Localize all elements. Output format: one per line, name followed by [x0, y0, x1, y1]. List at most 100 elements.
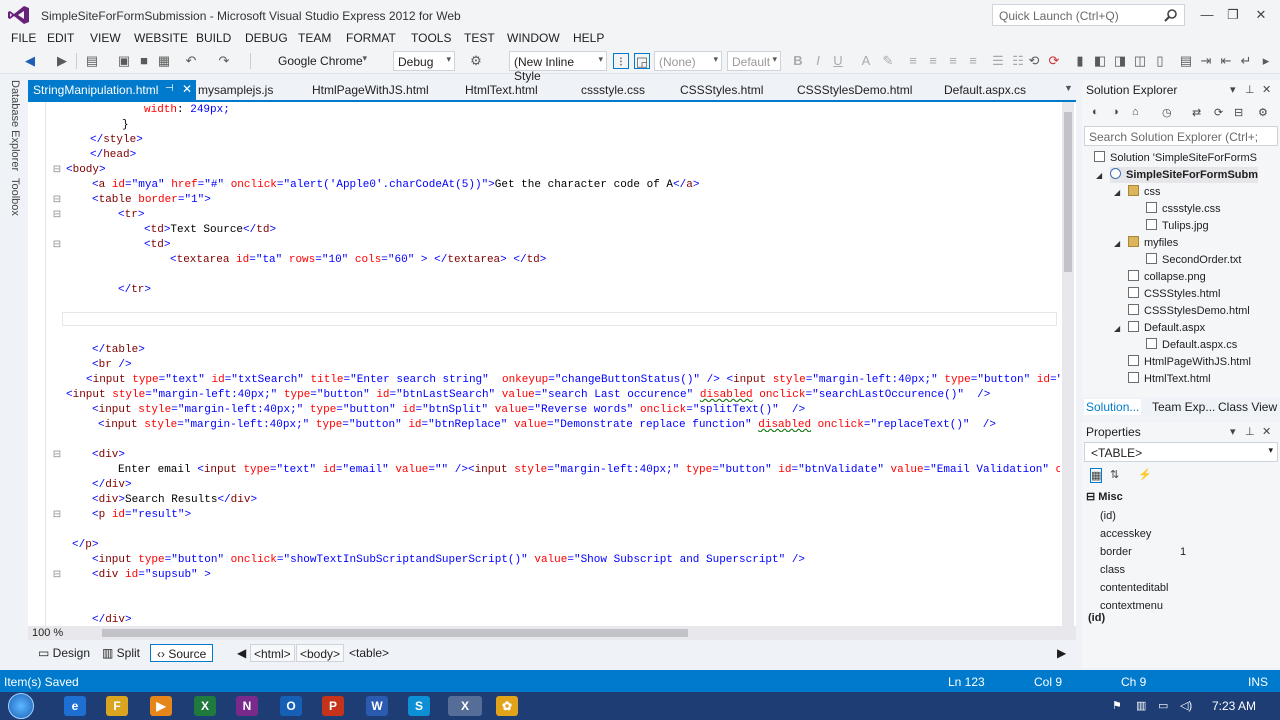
configuration-combo[interactable]: Debug ▾	[393, 51, 455, 71]
tab-list-dropdown-icon[interactable]: ▼	[1064, 83, 1073, 93]
close-icon[interactable]: ✕	[182, 82, 192, 96]
prev-bookmark-icon[interactable]: ◧	[1092, 53, 1108, 69]
source-view-button[interactable]: ‹› Source	[150, 644, 214, 662]
tree-item[interactable]: Tulips.jpg	[1146, 218, 1209, 234]
tab-default-aspx-cs[interactable]: Default.aspx.cs	[939, 80, 1031, 100]
tree-item[interactable]: myfiles	[1128, 235, 1178, 251]
fold-toggle-icon[interactable]: ⊟	[52, 165, 62, 175]
indent-icon[interactable]: ⇥	[1198, 53, 1214, 69]
redo-icon[interactable]: ↷	[216, 53, 232, 69]
tree-expand-icon[interactable]: ◢	[1114, 188, 1120, 197]
open-file-icon[interactable]: ▣	[116, 53, 132, 69]
font-color-icon[interactable]: A	[858, 53, 874, 69]
forward-icon[interactable]: ◑	[1112, 106, 1119, 118]
breadcrumb-next-icon[interactable]: ▶	[1054, 644, 1069, 662]
code-line[interactable]: <div>	[92, 448, 125, 462]
align-right-icon[interactable]: ≡	[945, 53, 961, 69]
close-window-button[interactable]: ✕	[1248, 5, 1274, 25]
taskbar-app-icon[interactable]: ▶	[150, 696, 172, 716]
undo-icon[interactable]: ↶	[183, 53, 199, 69]
save-all-icon[interactable]: ▦	[156, 53, 172, 69]
menu-window[interactable]: WINDOW	[507, 31, 560, 45]
taskbar-app-icon[interactable]: S	[408, 696, 430, 716]
code-line[interactable]: </head>	[90, 148, 136, 162]
code-line[interactable]: <tr>	[118, 208, 144, 222]
battery-icon[interactable]: ▭	[1158, 699, 1168, 712]
tree-item[interactable]: cssstyle.css	[1146, 201, 1221, 217]
uncomment-icon[interactable]: ⟳	[1046, 53, 1062, 69]
tab-mysamplejs[interactable]: mysamplejs.js	[193, 80, 278, 100]
tab-htmlpagewithjs[interactable]: HtmlPageWithJS.html	[307, 80, 434, 100]
taskbar-app-icon[interactable]: N	[236, 696, 258, 716]
fold-toggle-icon[interactable]: ⊟	[52, 450, 62, 460]
menu-test[interactable]: TEST	[464, 31, 495, 45]
tab-htmltext[interactable]: HtmlText.html	[460, 80, 543, 100]
restore-button[interactable]: ❐	[1220, 5, 1246, 25]
tree-item[interactable]: HtmlPageWithJS.html	[1128, 354, 1251, 370]
tree-item[interactable]: Solution 'SimpleSiteForFormS	[1094, 150, 1257, 166]
code-line[interactable]: </style>	[90, 133, 143, 147]
code-line[interactable]: <div>Search Results</div>	[92, 493, 257, 507]
menu-tools[interactable]: TOOLS	[411, 31, 451, 45]
editor-vertical-scrollbar[interactable]	[1062, 102, 1074, 626]
breadcrumb-html[interactable]: <html>	[250, 644, 295, 662]
events-icon[interactable]: ⚡	[1138, 468, 1152, 481]
taskbar-app-icon[interactable]: X	[448, 696, 482, 716]
close-icon[interactable]: ✕	[1262, 425, 1271, 438]
code-line[interactable]: }	[122, 118, 129, 132]
tree-expand-icon[interactable]: ◢	[1114, 239, 1120, 248]
code-line[interactable]: <textarea id="ta" rows="10" cols="60" > …	[170, 253, 546, 267]
tab-cssstylesdemo[interactable]: CSSStylesDemo.html	[792, 80, 917, 100]
menu-team[interactable]: TEAM	[298, 31, 331, 45]
property-row[interactable]: accesskey	[1100, 526, 1260, 544]
taskbar-app-icon[interactable]: X	[194, 696, 216, 716]
pin-icon[interactable]: ⊥	[1245, 425, 1255, 438]
align-left-icon[interactable]: ≡	[905, 53, 921, 69]
tree-item[interactable]: SimpleSiteForFormSubm	[1110, 167, 1259, 183]
categorized-icon[interactable]: ▦	[1090, 468, 1103, 483]
underline-icon[interactable]: U	[830, 53, 846, 69]
menu-build[interactable]: BUILD	[196, 31, 231, 45]
tree-item[interactable]: CSSStyles.html	[1128, 286, 1220, 302]
toolbox-tab[interactable]: Toolbox	[9, 178, 21, 216]
code-line[interactable]: <body>	[66, 163, 106, 177]
style-application-combo[interactable]: (New Inline Style ▾	[509, 51, 607, 83]
forward-icon[interactable]: ▶	[54, 53, 70, 69]
taskbar-app-icon[interactable]: O	[280, 696, 302, 716]
tree-item[interactable]: HtmlText.html	[1128, 371, 1211, 387]
code-line[interactable]: <input style="margin-left:40px;" type="b…	[66, 388, 990, 402]
tab-team-explorer[interactable]: Team Exp...	[1150, 399, 1217, 415]
start-button[interactable]	[8, 693, 34, 719]
taskbar-app-icon[interactable]: F	[106, 696, 128, 716]
volume-icon[interactable]: ◁)	[1180, 699, 1192, 712]
menu-edit[interactable]: EDIT	[47, 31, 74, 45]
code-line[interactable]: </div>	[92, 478, 132, 492]
tab-solution-explorer[interactable]: Solution...	[1084, 399, 1142, 415]
sync-icon[interactable]: ⇄	[1192, 106, 1201, 119]
code-line[interactable]: <input style="margin-left:40px;" type="b…	[98, 418, 996, 432]
breadcrumb-body[interactable]: <body>	[296, 644, 345, 662]
toggle-icon[interactable]: ▯	[1152, 53, 1168, 69]
manual-style-icon[interactable]: ◲	[634, 53, 650, 69]
database-explorer-tab[interactable]: Database Explorer	[9, 80, 21, 171]
property-row[interactable]: (id)	[1100, 508, 1260, 526]
property-row[interactable]: class	[1100, 562, 1260, 580]
toolbar-options-icon[interactable]: ▸	[1258, 53, 1274, 69]
word-wrap-icon[interactable]: ↵	[1238, 53, 1254, 69]
design-view-button[interactable]: ▭ Design	[32, 644, 96, 662]
new-project-icon[interactable]: ▤	[84, 53, 100, 69]
history-icon[interactable]: ◷	[1162, 106, 1172, 119]
properties-object-combo[interactable]: <TABLE> ▾	[1084, 442, 1278, 462]
tree-item[interactable]: CSSStylesDemo.html	[1128, 303, 1250, 319]
pin-icon[interactable]: ⊣	[165, 83, 174, 94]
fold-toggle-icon[interactable]: ⊟	[52, 240, 62, 250]
horizontal-scrollbar-thumb[interactable]	[102, 629, 688, 637]
close-icon[interactable]: ✕	[1262, 83, 1271, 96]
taskbar-app-icon[interactable]: P	[322, 696, 344, 716]
italic-icon[interactable]: I	[810, 53, 826, 69]
property-row[interactable]: border 1	[1100, 544, 1260, 562]
tree-expand-icon[interactable]: ◢	[1096, 171, 1102, 180]
refresh-icon[interactable]: ⟳	[1214, 106, 1223, 119]
back-icon[interactable]: ◐	[1092, 106, 1099, 118]
tab-stringmanipulation[interactable]: StringManipulation.html ⊣ ✕	[28, 80, 196, 100]
